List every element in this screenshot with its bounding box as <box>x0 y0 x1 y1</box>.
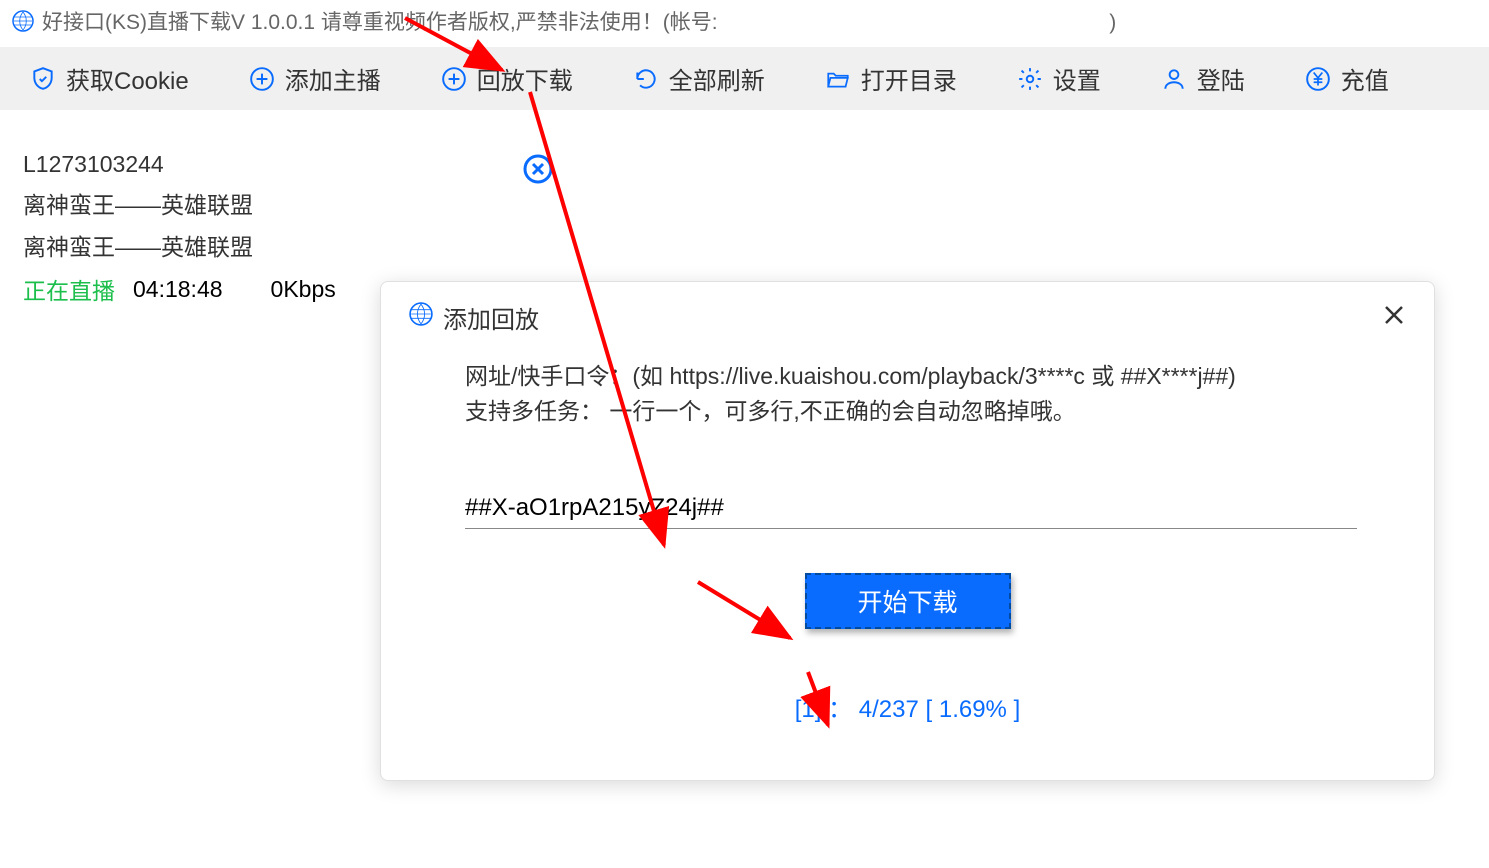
download-progress: [1] ： 4/237 [ 1.69% ] <box>409 689 1406 724</box>
add-playback-dialog: 添加回放 网址/快手口令：(如 https://live.kuaishou.co… <box>380 281 1435 781</box>
folder-open-icon <box>825 66 851 92</box>
refresh-all-button[interactable]: 全部刷新 <box>633 61 765 96</box>
elapsed-time: 04:18:48 <box>133 276 223 303</box>
dialog-title: 添加回放 <box>443 300 539 335</box>
recharge-button[interactable]: 充值 <box>1305 61 1389 96</box>
playback-download-button[interactable]: 回放下载 <box>441 61 573 96</box>
status-badge: 正在直播 <box>23 272 115 306</box>
stream-id: L1273103244 <box>23 151 552 178</box>
plus-circle-icon <box>249 66 275 92</box>
dialog-logo-icon <box>409 302 433 333</box>
add-host-button[interactable]: 添加主播 <box>249 61 381 96</box>
toolbar: 获取Cookie 添加主播 回放下载 全部刷新 打开目录 设置 登陆 充值 <box>0 42 1489 110</box>
dialog-hint: 网址/快手口令：(如 https://live.kuaishou.com/pla… <box>465 359 1406 428</box>
stream-title: 离神蛮王——英雄联盟 <box>23 186 552 220</box>
gear-icon <box>1017 66 1043 92</box>
open-dir-button[interactable]: 打开目录 <box>825 61 957 96</box>
app-logo-icon <box>12 10 34 32</box>
toolbar-label: 全部刷新 <box>669 61 765 96</box>
toolbar-label: 登陆 <box>1197 61 1245 96</box>
shield-icon <box>30 66 56 92</box>
toolbar-label: 回放下载 <box>477 61 573 96</box>
dialog-close-button[interactable] <box>1382 303 1406 332</box>
refresh-icon <box>633 66 659 92</box>
toolbar-label: 设置 <box>1053 61 1101 96</box>
yen-circle-icon <box>1305 66 1331 92</box>
dialog-header: 添加回放 <box>409 300 1406 335</box>
login-button[interactable]: 登陆 <box>1161 61 1245 96</box>
start-download-button[interactable]: 开始下载 <box>805 573 1011 629</box>
close-circle-icon <box>522 153 554 185</box>
user-icon <box>1161 66 1187 92</box>
close-icon <box>1382 303 1406 327</box>
stream-subtitle: 离神蛮王——英雄联盟 <box>23 228 552 262</box>
settings-button[interactable]: 设置 <box>1017 61 1101 96</box>
toolbar-label: 添加主播 <box>285 61 381 96</box>
toolbar-label: 充值 <box>1341 61 1389 96</box>
window-title: 好接口(KS)直播下载V 1.0.0.1 请尊重视频作者版权,严禁非法使用！(帐… <box>42 6 1116 36</box>
toolbar-label: 打开目录 <box>861 61 957 96</box>
get-cookie-button[interactable]: 获取Cookie <box>30 61 189 96</box>
toolbar-label: 获取Cookie <box>66 61 189 96</box>
card-close-button[interactable] <box>522 153 554 190</box>
window-titlebar: 好接口(KS)直播下载V 1.0.0.1 请尊重视频作者版权,严禁非法使用！(帐… <box>0 0 1489 42</box>
playback-url-input[interactable] <box>465 488 1357 529</box>
plus-circle-icon <box>441 66 467 92</box>
speed-value: 0Kbps <box>271 276 336 303</box>
